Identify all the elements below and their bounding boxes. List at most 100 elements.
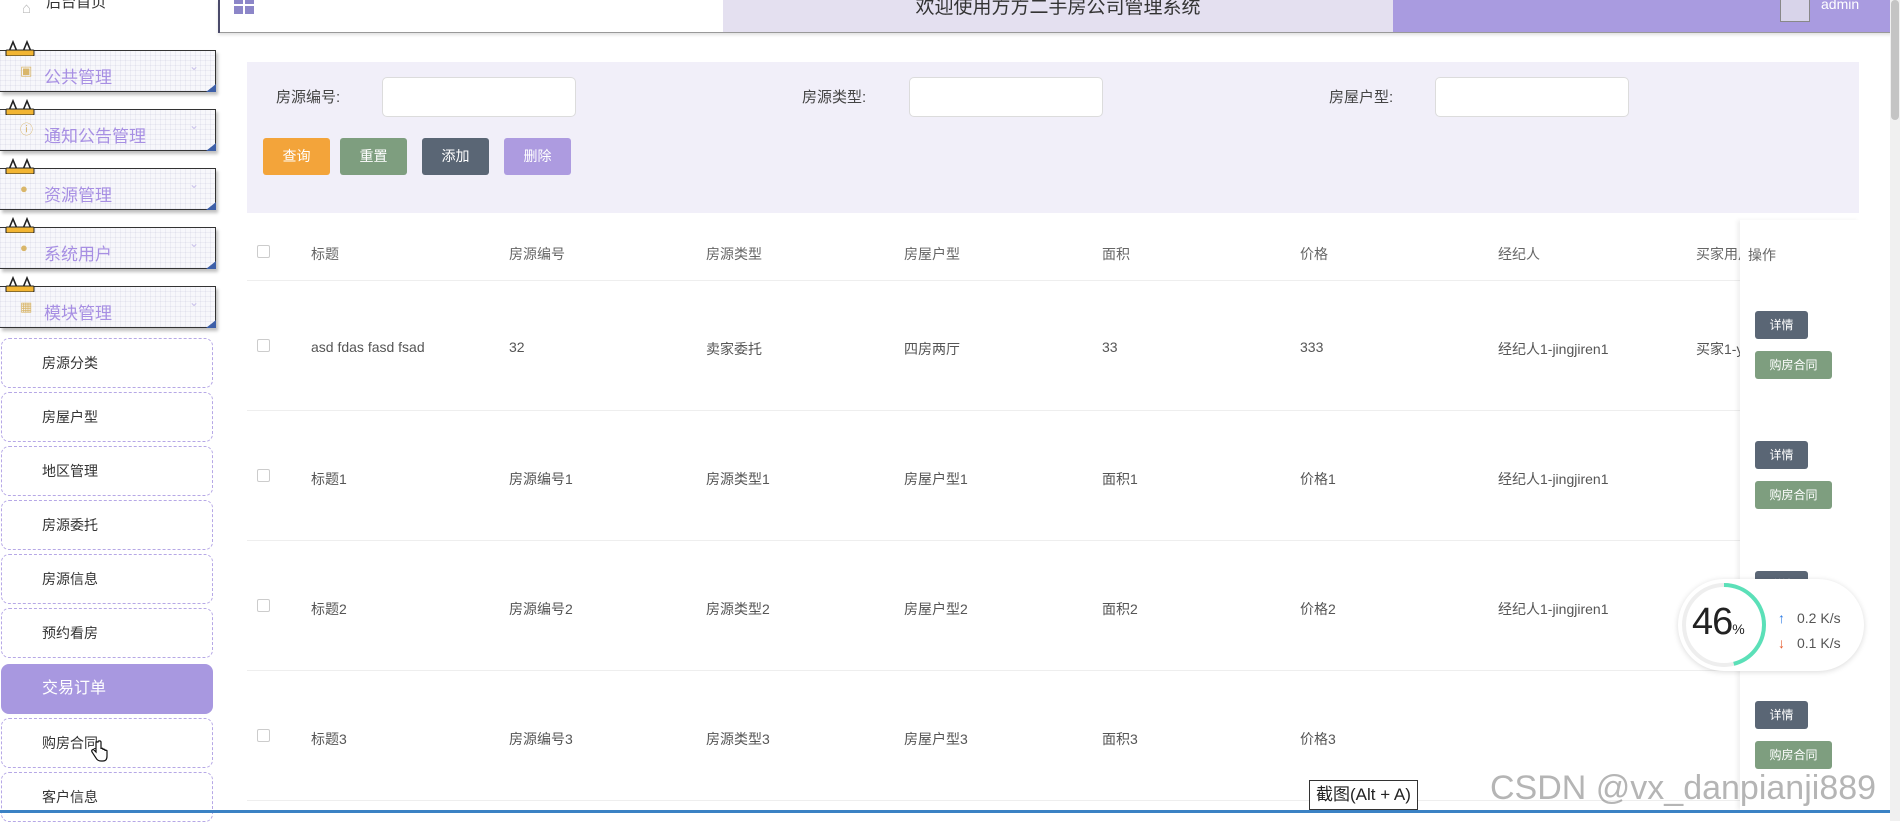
sidebar-group-notice[interactable]: ⓘ 通知公告管理 ⌄: [0, 109, 216, 151]
delete-button[interactable]: 删除: [504, 138, 571, 175]
download-speed: ↓ 0.1 K/s: [1778, 635, 1841, 651]
operations-column: 操作 详情 购房合同 详情 购房合同 详情 详情 购房合同: [1740, 220, 1860, 810]
data-table: 标题 房源编号 房源类型 房屋户型 面积 价格 经纪人 买家用户 asd fda…: [247, 215, 1859, 801]
chevron-down-icon: ⌄: [188, 59, 199, 73]
user-icon: ●: [20, 240, 28, 255]
contract-button[interactable]: 购房合同: [1755, 481, 1832, 509]
contract-button[interactable]: 购房合同: [1755, 741, 1832, 769]
grid-icon: ▦: [20, 299, 33, 314]
scrollbar[interactable]: [1890, 0, 1900, 821]
sidebar-group-resource[interactable]: ● 资源管理 ⌄: [0, 168, 216, 210]
house-layout-label: 房屋户型:: [1329, 89, 1394, 106]
row-checkbox[interactable]: [257, 469, 270, 482]
contract-button[interactable]: 购房合同: [1755, 351, 1832, 379]
cell-title: 标题2: [311, 601, 347, 617]
cell-house-layout: 房屋户型3: [904, 731, 968, 747]
sidebar-item-region[interactable]: 地区管理: [1, 446, 213, 496]
watermark: CSDN @vx_danpianji889: [1490, 769, 1877, 807]
sidebar-item-house-entrust[interactable]: 房源委托: [1, 500, 213, 550]
binder-clip-icon: [5, 39, 35, 56]
cell-house-type: 房源类型1: [706, 471, 770, 487]
detail-button[interactable]: 详情: [1755, 441, 1808, 469]
sidebar-item-viewing[interactable]: 预约看房: [1, 608, 213, 658]
house-number-input[interactable]: [382, 77, 576, 117]
row-checkbox[interactable]: [257, 339, 270, 352]
cell-buyer: 买家1-y: [1696, 341, 1744, 357]
cell-title: 标题3: [311, 731, 347, 747]
scrollbar-thumb[interactable]: [1891, 0, 1899, 120]
chevron-down-icon: ⌄: [188, 177, 199, 191]
search-panel: 房源编号: 房源类型: 房屋户型: 查询 重置 添加 删除: [247, 62, 1859, 213]
row-checkbox[interactable]: [257, 729, 270, 742]
column-header: 房屋户型: [904, 246, 960, 262]
cell-price: 价格1: [1300, 471, 1336, 487]
table-row: 标题1 房源编号1 房源类型1 房屋户型1 面积1 价格1 经纪人1-jingj…: [247, 411, 1859, 541]
sidebar-group-public[interactable]: ▣ 公共管理 ⌄: [0, 50, 216, 92]
sidebar-item-customer[interactable]: 客户信息: [1, 772, 213, 822]
cell-house-type: 房源类型2: [706, 601, 770, 617]
row-checkbox[interactable]: [257, 599, 270, 612]
sidebar-group-label: 通知公告管理: [44, 127, 146, 146]
sidebar-group-label: 公共管理: [44, 68, 112, 87]
cell-house-number: 房源编号1: [509, 471, 573, 487]
network-speed-widget[interactable]: 46% ↑ 0.2 K/s ↓ 0.1 K/s: [1678, 579, 1864, 671]
add-button[interactable]: 添加: [422, 138, 489, 175]
select-all-checkbox[interactable]: [257, 245, 270, 258]
reset-button[interactable]: 重置: [340, 138, 407, 175]
corner-decoration: [206, 143, 216, 151]
corner-decoration: [206, 261, 216, 269]
table-row: asd fdas fasd fsad 32 卖家委托 四房两厅 33 333 经…: [247, 281, 1859, 411]
detail-button[interactable]: 详情: [1755, 311, 1808, 339]
corner-decoration: [206, 320, 216, 328]
table-header: 标题 房源编号 房源类型 房屋户型 面积 价格 经纪人 买家用户: [247, 215, 1859, 281]
sidebar-group-label: 系统用户: [44, 245, 112, 264]
cell-price: 价格2: [1300, 601, 1336, 617]
cell-area: 面积2: [1102, 601, 1138, 617]
sidebar-item-house-category[interactable]: 房源分类: [1, 338, 213, 388]
cell-area: 面积1: [1102, 471, 1138, 487]
upload-speed: ↑ 0.2 K/s: [1778, 610, 1841, 626]
sidebar-group-modules[interactable]: ▦ 模块管理 ⌄: [0, 286, 216, 328]
binder-clip-icon: [5, 216, 35, 233]
screenshot-tooltip: 截图(Alt + A): [1309, 780, 1418, 810]
avatar[interactable]: [1780, 0, 1810, 22]
corner-decoration: [206, 202, 216, 210]
house-layout-input[interactable]: [1435, 77, 1629, 117]
column-header: 标题: [311, 246, 339, 262]
binder-clip-icon: [5, 157, 35, 174]
cell-price: 价格3: [1300, 731, 1336, 747]
binder-clip-icon: [5, 275, 35, 292]
query-button[interactable]: 查询: [263, 138, 330, 175]
cell-agent: 经纪人1-jingjiren1: [1498, 471, 1609, 487]
download-arrow-icon: ↓: [1778, 635, 1785, 651]
hand-cursor-icon: [91, 740, 108, 762]
column-header: 面积: [1102, 246, 1130, 262]
topbar-edge: [218, 0, 220, 33]
menu-grid-icon[interactable]: [234, 0, 256, 14]
home-icon: ⌂: [22, 0, 32, 17]
chevron-down-icon: ⌄: [188, 118, 199, 132]
cell-house-type: 卖家委托: [706, 341, 762, 357]
cell-agent: 经纪人1-jingjiren1: [1498, 601, 1609, 617]
house-type-input[interactable]: [909, 77, 1103, 117]
bottom-progress-line: [0, 810, 1900, 813]
sidebar-item-home[interactable]: ⌂ 后台首页: [0, 0, 216, 30]
detail-button[interactable]: 详情: [1755, 701, 1808, 729]
column-header: 价格: [1300, 246, 1328, 262]
chevron-down-icon: ⌄: [188, 236, 199, 250]
cell-house-type: 房源类型3: [706, 731, 770, 747]
top-bar: 欢迎使用方方二手房公司管理系统 admin: [218, 0, 1900, 33]
username[interactable]: admin: [1821, 0, 1859, 12]
cell-house-layout: 房屋户型2: [904, 601, 968, 617]
sidebar-item-orders[interactable]: 交易订单: [1, 664, 213, 714]
sidebar-item-house-info[interactable]: 房源信息: [1, 554, 213, 604]
sidebar-item-house-layout[interactable]: 房屋户型: [1, 392, 213, 442]
cell-house-number: 房源编号3: [509, 731, 573, 747]
upload-arrow-icon: ↑: [1778, 610, 1785, 626]
binder-clip-icon: [5, 98, 35, 115]
page-title: 欢迎使用方方二手房公司管理系统: [915, 0, 1201, 18]
house-type-label: 房源类型:: [802, 89, 867, 106]
sidebar-group-users[interactable]: ● 系统用户 ⌄: [0, 227, 216, 269]
sidebar-home-label: 后台首页: [46, 0, 107, 11]
chevron-down-icon: ⌄: [188, 295, 199, 309]
